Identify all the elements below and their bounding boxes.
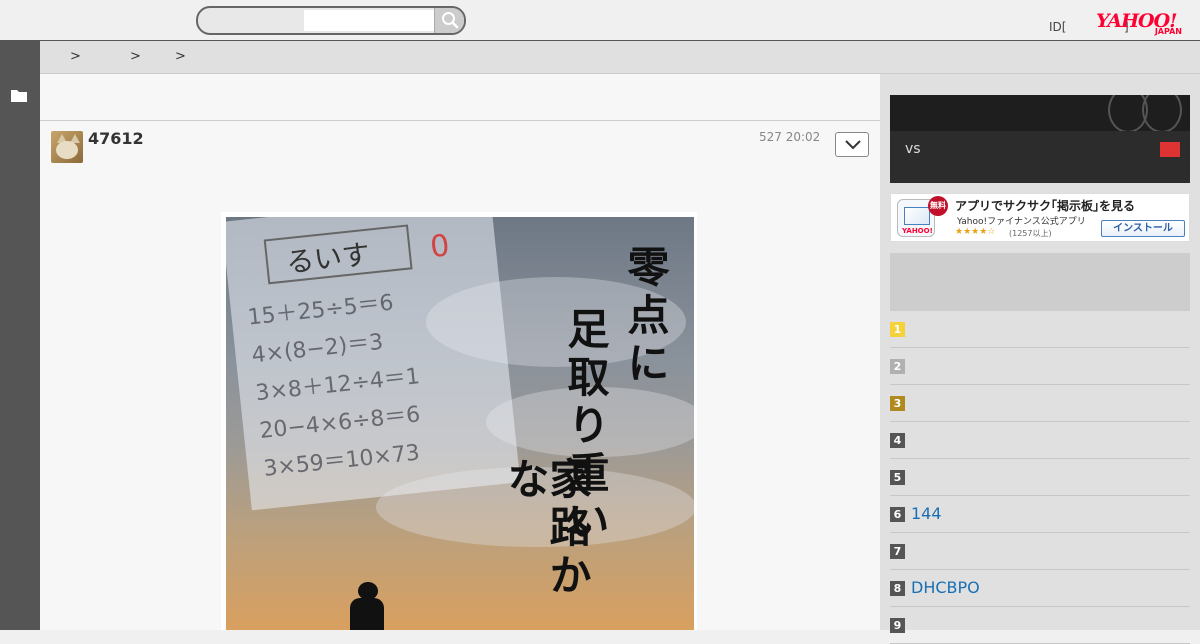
post-photo: るいす 0 15＋25÷5＝6 4×(8−2)＝3 3×8＋12÷4＝1 20−…	[226, 217, 694, 630]
folder-icon[interactable]	[11, 89, 27, 102]
list-item[interactable]: 1	[890, 311, 1190, 348]
rank-number: 6	[890, 507, 905, 522]
rank-number: 3	[890, 396, 905, 411]
logo-sub: JAPAN	[1154, 27, 1182, 36]
star-rating-icon: ★★★★☆	[955, 227, 996, 237]
post-image[interactable]: るいす 0 15＋25÷5＝6 4×(8−2)＝3 3×8＋12÷4＝1 20−…	[221, 212, 697, 630]
chevron-down-icon	[845, 140, 861, 150]
post-timestamp: 527 20:02	[759, 130, 821, 144]
score-mark: 0	[428, 228, 452, 266]
search-box	[196, 6, 466, 35]
main-content: 47612 527 20:02 るいす 0 15＋25÷5＝6 4×(8−2)＝…	[40, 74, 880, 630]
ad-placeholder	[890, 253, 1190, 311]
post-menu-button[interactable]	[835, 132, 869, 157]
list-item[interactable]: 5	[890, 459, 1190, 496]
list-item[interactable]: 7	[890, 533, 1190, 570]
rank-number: 9	[890, 618, 905, 633]
avatar[interactable]	[51, 131, 83, 163]
rank-title[interactable]: DHCBPO	[911, 578, 980, 597]
rank-number: 1	[890, 322, 905, 337]
rank-number: 8	[890, 581, 905, 596]
poem-line: 家路かな	[501, 457, 592, 601]
poem-line: 零点に	[621, 245, 670, 389]
list-item[interactable]: 8 DHCBPO	[890, 570, 1190, 607]
search-input[interactable]	[304, 10, 434, 31]
rank-number: 2	[890, 359, 905, 374]
breadcrumb-separator: >	[175, 49, 186, 64]
list-item[interactable]: 9	[890, 607, 1190, 644]
left-nav	[0, 41, 40, 630]
rank-number: 7	[890, 544, 905, 559]
search-button[interactable]	[434, 8, 464, 33]
list-item[interactable]: 6 144	[890, 496, 1190, 533]
right-sidebar: vs YAHOO! 無料 アプリでサクサク｢掲示板｣を見る Yahoo!ファイナ…	[880, 74, 1200, 644]
id-link[interactable]: ID[	[1049, 20, 1066, 34]
post-username[interactable]: 47612	[88, 129, 144, 148]
search-icon	[442, 12, 459, 29]
rank-number: 5	[890, 470, 905, 485]
ad-title: アプリでサクサク｢掲示板｣を見る	[955, 199, 1136, 213]
divider	[40, 120, 880, 121]
app-ad-banner[interactable]: YAHOO! 無料 アプリでサクサク｢掲示板｣を見る Yahoo!ファイナンス公…	[890, 193, 1190, 242]
list-item[interactable]: 3	[890, 385, 1190, 422]
score-vs-label: vs	[905, 141, 921, 157]
breadcrumb-separator: >	[130, 49, 141, 64]
ad-subtitle: Yahoo!ファイナンス公式アプリ	[957, 217, 1086, 227]
team-flag-icon	[1160, 142, 1180, 157]
rating-count: (1257以上)	[1009, 229, 1052, 238]
test-line: 4×(8−2)＝3	[250, 329, 385, 369]
rank-title[interactable]: 144	[911, 504, 942, 523]
list-item[interactable]: 4	[890, 422, 1190, 459]
top-bar: ID[ ] YAHOO! JAPAN	[0, 0, 1200, 41]
score-widget[interactable]: vs	[890, 95, 1190, 183]
yahoo-logo[interactable]: YAHOO! JAPAN	[1096, 10, 1188, 38]
list-item[interactable]: 2	[890, 348, 1190, 385]
ranking-list: 1 2 3 4 5 6 144 7 8 DHCBPO 9	[890, 311, 1190, 644]
runner-silhouette	[346, 582, 390, 630]
install-button[interactable]: インストール	[1101, 220, 1185, 237]
breadcrumb: > > >	[40, 41, 1200, 74]
free-badge: 無料	[928, 196, 948, 216]
test-paper: るいす 0 15＋25÷5＝6 4×(8−2)＝3 3×8＋12÷4＝1 20−…	[226, 217, 521, 511]
breadcrumb-separator: >	[70, 49, 81, 64]
rank-number: 4	[890, 433, 905, 448]
